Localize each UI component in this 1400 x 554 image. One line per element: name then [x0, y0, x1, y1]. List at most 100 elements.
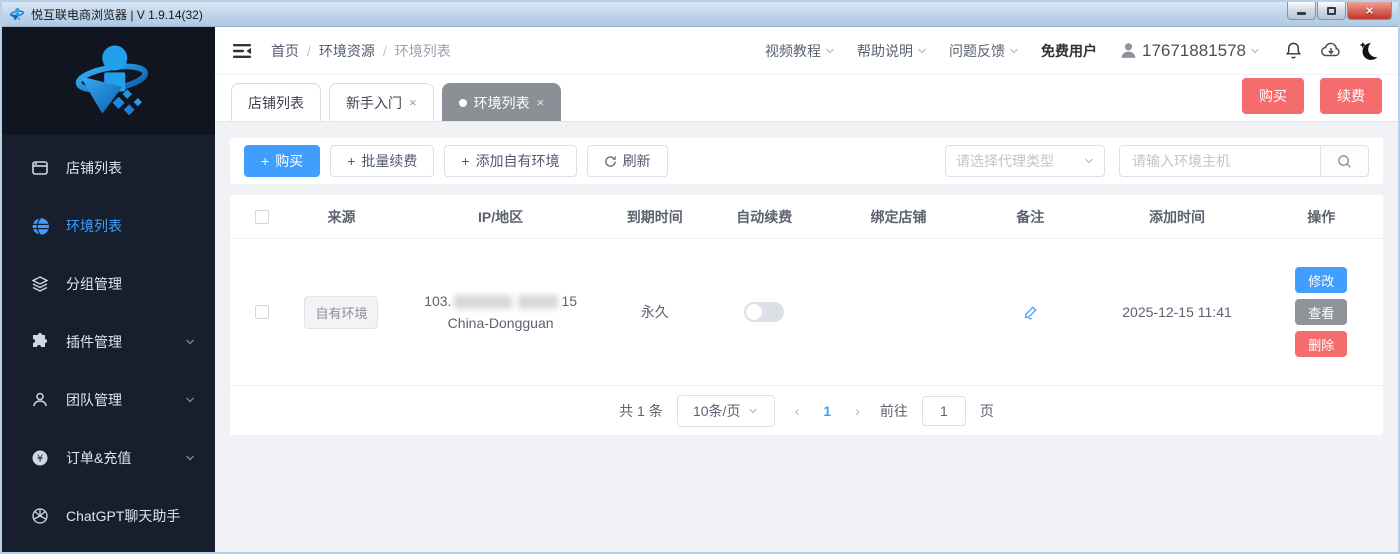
sidebar-item-label: 环境列表	[66, 218, 122, 234]
dark-mode-moon-icon[interactable]	[1358, 40, 1380, 62]
menu-video-tutorial[interactable]: 视频教程	[765, 41, 835, 61]
page-size-select[interactable]: 10条/页	[676, 394, 775, 427]
col-bound-shop: 绑定店铺	[870, 208, 927, 225]
button-label: 添加自有环境	[475, 153, 560, 169]
batch-renew-button[interactable]: + 批量续费	[330, 145, 435, 177]
tab-close-icon[interactable]: ×	[409, 96, 417, 109]
tab-strip: 店铺列表 新手入门 × 环境列表 × 购买 续费	[215, 75, 1398, 122]
menu-label: 问题反馈	[948, 42, 1005, 59]
tab-label: 环境列表	[473, 94, 530, 111]
view-button[interactable]: 查看	[1295, 299, 1348, 325]
row-checkbox[interactable]	[254, 305, 269, 319]
sidebar-item-env-list[interactable]: 环境列表	[2, 197, 215, 255]
edit-remark-icon[interactable]	[1023, 305, 1038, 320]
account-number: 17671881578	[1141, 40, 1246, 60]
breadcrumb-env-resources[interactable]: 环境资源	[319, 41, 375, 61]
user-account-menu[interactable]: 17671881578	[1119, 41, 1260, 61]
tab-beginner-guide[interactable]: 新手入门 ×	[329, 83, 434, 121]
menu-feedback[interactable]: 问题反馈	[949, 41, 1019, 61]
chevron-down-icon	[185, 453, 195, 463]
sidebar-item-team-mgmt[interactable]: 团队管理	[2, 371, 215, 429]
buy-button[interactable]: 购买	[1242, 78, 1304, 114]
sidebar-item-plugin-mgmt[interactable]: 插件管理	[2, 313, 215, 371]
breadcrumb-home[interactable]: 首页	[271, 41, 299, 61]
sidebar-item-label: 插件管理	[66, 334, 122, 350]
buy-env-button[interactable]: + 购买	[244, 145, 321, 177]
user-type-badge: 免费用户	[1040, 42, 1097, 59]
breadcrumb-separator: /	[307, 42, 311, 59]
breadcrumb-current: 环境列表	[394, 42, 451, 59]
delete-button[interactable]: 删除	[1295, 331, 1348, 357]
chevron-down-icon	[825, 48, 834, 53]
ip-prefix: 103.	[424, 293, 452, 309]
ip-region: China-Dongguan	[447, 315, 554, 331]
team-icon	[30, 390, 50, 410]
search-button[interactable]	[1320, 146, 1368, 176]
auto-renew-toggle[interactable]	[744, 302, 785, 322]
minimize-button[interactable]	[1287, 2, 1316, 20]
chevron-down-icon	[1009, 48, 1018, 53]
select-all-checkbox[interactable]	[254, 209, 269, 224]
menu-label: 帮助说明	[856, 42, 913, 59]
select-placeholder: 请选择代理类型	[956, 153, 1054, 169]
breadcrumb: 首页 / 环境资源 / 环境列表	[271, 41, 451, 61]
sidebar-item-group-mgmt[interactable]: 分组管理	[2, 255, 215, 313]
sidebar-item-label: 分组管理	[66, 276, 122, 292]
os-titlebar[interactable]: 悦互联电商浏览器 | V 1.9.14(32) ×	[2, 2, 1398, 27]
button-label: 购买	[275, 153, 304, 169]
page-number-current[interactable]: 1	[819, 403, 835, 419]
col-source: 来源	[327, 208, 356, 225]
next-page-button[interactable]: ›	[849, 403, 866, 419]
chevron-down-icon	[917, 48, 926, 53]
sidebar-item-label: 店铺列表	[66, 160, 122, 176]
tab-label: 新手入门	[346, 94, 402, 111]
close-button[interactable]: ×	[1347, 2, 1392, 20]
minimize-icon	[1297, 12, 1306, 15]
refresh-button[interactable]: 刷新	[586, 145, 668, 177]
yuan-coin-icon: ¥	[30, 448, 50, 468]
tab-env-list[interactable]: 环境列表 ×	[441, 83, 562, 121]
col-added-time: 添加时间	[1149, 208, 1206, 225]
col-expire-time: 到期时间	[626, 208, 683, 225]
sidebar-item-chatgpt[interactable]: ChatGPT聊天助手	[2, 487, 215, 545]
cloud-download-icon[interactable]	[1320, 40, 1342, 62]
env-table-panel: 来源 IP/地区 到期时间 自动续费 绑定店铺 备注 添加时间 操作 自有环境	[230, 195, 1383, 435]
notifications-bell-icon[interactable]	[1282, 40, 1304, 62]
window-title: 悦互联电商浏览器 | V 1.9.14(32)	[31, 7, 203, 22]
page-unit-label: 页	[979, 402, 994, 419]
ip-blur-redaction	[454, 295, 513, 310]
sidebar-menu: 店铺列表 环境列表 分组管理 插件管理 团队管理 ¥ 订单&充值 ChatGPT…	[2, 135, 215, 545]
expire-time-cell: 永久	[640, 304, 669, 320]
refresh-icon	[604, 155, 616, 167]
tab-close-icon[interactable]: ×	[537, 96, 545, 109]
ip-suffix: 15	[561, 293, 578, 309]
renew-button[interactable]: 续费	[1320, 78, 1382, 114]
sidebar-item-orders-recharge[interactable]: ¥ 订单&充值	[2, 429, 215, 487]
sidebar-item-shop-list[interactable]: 店铺列表	[2, 139, 215, 197]
col-actions: 操作	[1307, 208, 1336, 225]
sidebar: 店铺列表 环境列表 分组管理 插件管理 团队管理 ¥ 订单&充值 ChatGPT…	[2, 27, 215, 552]
pagination-bar: 共 1 条 10条/页 ‹ 1 › 前往 页	[230, 385, 1383, 435]
sidebar-fold-icon[interactable]	[233, 43, 253, 59]
chevron-down-icon	[749, 408, 758, 413]
search-icon	[1338, 154, 1351, 168]
host-search-input[interactable]	[1120, 146, 1320, 176]
button-label: 刷新	[622, 153, 651, 169]
maximize-button[interactable]	[1317, 2, 1346, 20]
tab-shop-list[interactable]: 店铺列表	[231, 83, 321, 121]
goto-page-input[interactable]	[921, 395, 966, 426]
modify-button[interactable]: 修改	[1295, 267, 1348, 293]
source-tag: 自有环境	[304, 295, 379, 329]
ip-blur-redaction	[518, 295, 559, 310]
total-count: 共 1 条	[619, 402, 663, 419]
menu-help[interactable]: 帮助说明	[857, 41, 927, 61]
prev-page-button[interactable]: ‹	[789, 403, 806, 419]
globe-icon	[30, 216, 50, 236]
toggle-knob	[746, 304, 763, 320]
chevron-down-icon	[185, 337, 195, 347]
add-own-env-button[interactable]: + 添加自有环境	[444, 145, 577, 177]
proxy-type-select[interactable]: 请选择代理类型	[945, 145, 1105, 177]
plus-icon: +	[347, 153, 356, 169]
page-size-value: 10条/页	[692, 402, 741, 419]
goto-label: 前往	[879, 402, 908, 419]
